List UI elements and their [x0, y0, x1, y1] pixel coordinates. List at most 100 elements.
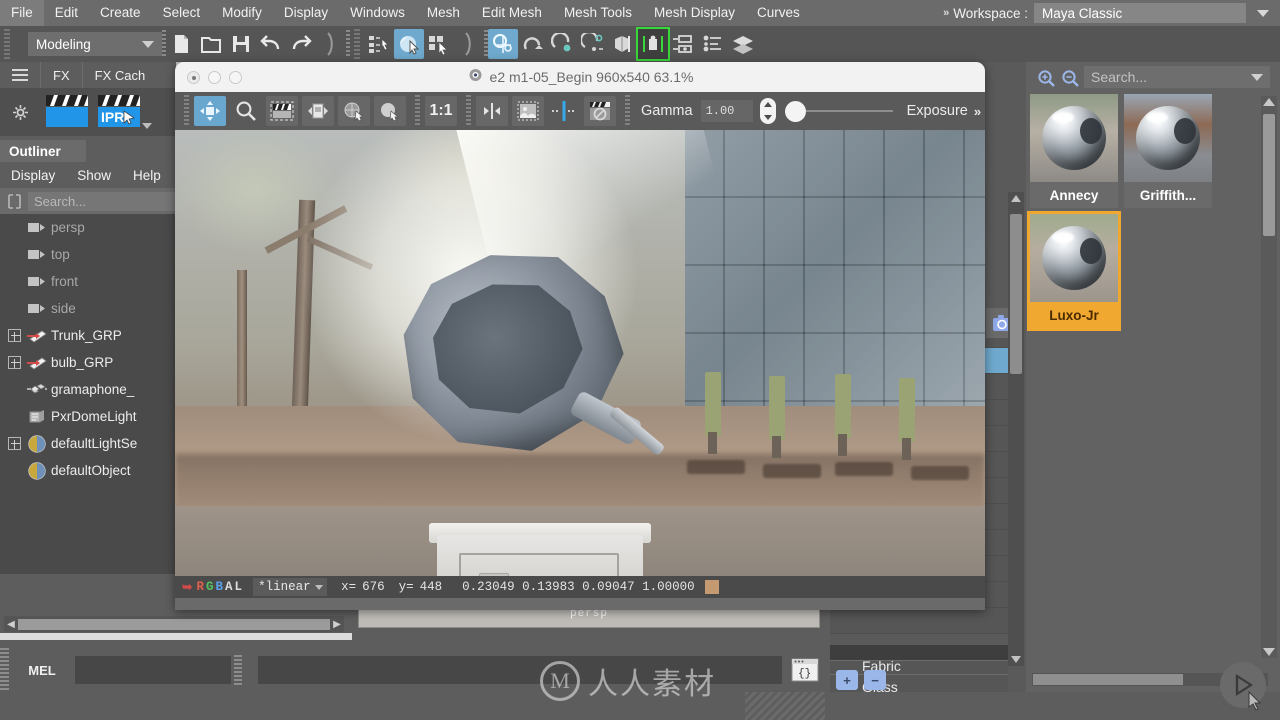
command-line-drag-handle[interactable] — [0, 648, 9, 692]
channel-b[interactable]: B — [215, 580, 225, 594]
expand-toggle[interactable] — [8, 329, 21, 342]
menu-mesh[interactable]: Mesh — [416, 0, 471, 26]
select-by-component-button[interactable] — [424, 29, 454, 59]
outliner-item-persp[interactable]: persp — [0, 214, 176, 241]
outliner-item-defaultobjectset[interactable]: defaultObject — [0, 457, 176, 484]
preset-search-input[interactable]: Search... — [1084, 66, 1270, 88]
outliner-tab[interactable]: Outliner — [0, 140, 86, 162]
channel-g[interactable]: G — [205, 580, 215, 594]
menu-curves[interactable]: Curves — [746, 0, 811, 26]
channel-toggles[interactable]: ➥ R G B A L — [175, 579, 243, 595]
menuset-selector[interactable]: Modeling — [28, 32, 162, 56]
channel-a[interactable]: A — [224, 580, 234, 594]
copy-frame-button[interactable] — [302, 96, 334, 126]
render-view-image[interactable] — [175, 130, 985, 576]
wipe-button[interactable] — [548, 96, 580, 126]
toolbar-group-collapse-icon[interactable] — [316, 29, 346, 59]
shelf-options-button[interactable] — [0, 88, 40, 136]
outliner-horizontal-scrollbar[interactable]: ◀ ▶ — [4, 616, 344, 632]
snap-to-grid-button[interactable] — [488, 29, 518, 59]
select-by-object-button[interactable] — [394, 29, 424, 59]
outliner-item-defaultlightset[interactable]: defaultLightSe — [0, 430, 176, 457]
shelf-menu-button[interactable] — [0, 62, 40, 88]
preset-card-annecy[interactable]: Annecy — [1030, 94, 1118, 208]
construction-plane-button[interactable] — [636, 27, 670, 61]
command-language-label[interactable]: MEL — [9, 663, 75, 678]
scroll-thumb[interactable] — [18, 618, 330, 630]
menu-modify[interactable]: Modify — [211, 0, 273, 26]
exposure-slider[interactable] — [784, 98, 893, 124]
move-region-button[interactable] — [194, 96, 226, 126]
outliner-menu-show[interactable]: Show — [66, 168, 122, 183]
scroll-thumb[interactable] — [1010, 214, 1022, 374]
select-by-hierarchy-button[interactable] — [364, 29, 394, 59]
render-settings-button[interactable] — [668, 29, 698, 59]
menu-overflow-chevron-icon[interactable]: » — [943, 7, 949, 19]
add-preset-button[interactable]: + — [836, 670, 858, 690]
undo-button[interactable] — [256, 29, 286, 59]
workspace-dropdown-arrow[interactable] — [1252, 3, 1274, 23]
render-layers-button[interactable] — [728, 29, 758, 59]
display-alpha-button[interactable] — [512, 96, 544, 126]
command-line-splitter[interactable] — [234, 655, 242, 685]
slider-knob[interactable] — [784, 100, 806, 122]
toolbar-drag-handle[interactable] — [4, 29, 10, 59]
menu-edit[interactable]: Edit — [44, 0, 89, 26]
panel-vertical-scrollbar[interactable] — [1008, 192, 1024, 666]
selection-icon[interactable] — [0, 188, 28, 214]
shelf-tab-fx-cache[interactable]: FX Cach — [81, 62, 158, 88]
remove-preset-button[interactable]: − — [864, 670, 886, 690]
ipr-refresh-button[interactable] — [338, 96, 370, 126]
preset-card-luxo-jr[interactable]: Luxo-Jr — [1027, 211, 1121, 331]
menu-windows[interactable]: Windows — [339, 0, 416, 26]
zoom-in-button[interactable] — [1034, 65, 1058, 91]
compare-button[interactable] — [476, 96, 508, 126]
workspace-selector[interactable]: Maya Classic — [1034, 3, 1246, 23]
snap-to-view-plane-button[interactable] — [608, 29, 638, 59]
outliner-item-bulb-grp[interactable]: bulb_GRP — [0, 349, 176, 376]
one-to-one-button[interactable]: 1:1 — [425, 96, 457, 126]
render-view-titlebar[interactable]: e2 m1-05_Begin 960x540 63.1% — [175, 62, 985, 92]
scroll-up-arrow-icon[interactable] — [1263, 98, 1275, 106]
shelf-tab-fx[interactable]: FX — [40, 62, 82, 88]
stop-render-button[interactable] — [584, 96, 616, 126]
scroll-thumb[interactable] — [1033, 674, 1183, 685]
ipr-tune-button[interactable] — [374, 96, 406, 126]
channel-picker-icon[interactable]: ➥ — [181, 579, 193, 595]
outliner-menu-help[interactable]: Help — [122, 168, 172, 183]
toolbar-group-collapse-icon-2[interactable] — [454, 29, 484, 59]
chevron-down-icon[interactable] — [142, 123, 152, 129]
menu-display[interactable]: Display — [273, 0, 339, 26]
outliner-menu-display[interactable]: Display — [0, 168, 66, 183]
gamma-stepper[interactable] — [759, 98, 776, 124]
render-region-button[interactable] — [266, 96, 298, 126]
scroll-right-arrow-icon[interactable]: ▶ — [330, 619, 344, 630]
outliner-item-side[interactable]: side — [0, 295, 176, 322]
outliner-item-trunk-grp[interactable]: Trunk_GRP — [0, 322, 176, 349]
scroll-thumb[interactable] — [1263, 114, 1275, 236]
expand-toggle[interactable] — [8, 437, 21, 450]
menu-create[interactable]: Create — [89, 0, 152, 26]
script-editor-button[interactable]: {} — [788, 654, 822, 686]
new-file-button[interactable] — [166, 29, 196, 59]
snap-to-curve-button[interactable] — [518, 29, 548, 59]
save-file-button[interactable] — [226, 29, 256, 59]
ipr-render-button[interactable]: IPR — [96, 93, 152, 131]
outliner-item-gramaphone[interactable]: gramaphone_ — [0, 376, 176, 403]
stepper-up-icon[interactable] — [763, 102, 772, 107]
outliner-item-front[interactable]: front — [0, 268, 176, 295]
snap-to-projected-center-button[interactable] — [578, 29, 608, 59]
colorspace-selector[interactable]: *linear — [253, 578, 328, 596]
snap-to-point-button[interactable] — [548, 29, 578, 59]
menu-edit-mesh[interactable]: Edit Mesh — [471, 0, 553, 26]
toolbar-drag-handle[interactable] — [184, 95, 189, 127]
outliner-tree[interactable]: persp top front side Trunk_GRP bulb_GRP … — [0, 214, 176, 574]
scroll-up-arrow-icon[interactable] — [1011, 195, 1021, 202]
hypershade-button[interactable] — [698, 29, 728, 59]
zoom-button[interactable] — [230, 96, 262, 126]
open-file-button[interactable] — [196, 29, 226, 59]
menu-select[interactable]: Select — [152, 0, 212, 26]
redo-button[interactable] — [286, 29, 316, 59]
menu-mesh-display[interactable]: Mesh Display — [643, 0, 746, 26]
outliner-search-input[interactable]: Search... — [28, 191, 176, 211]
